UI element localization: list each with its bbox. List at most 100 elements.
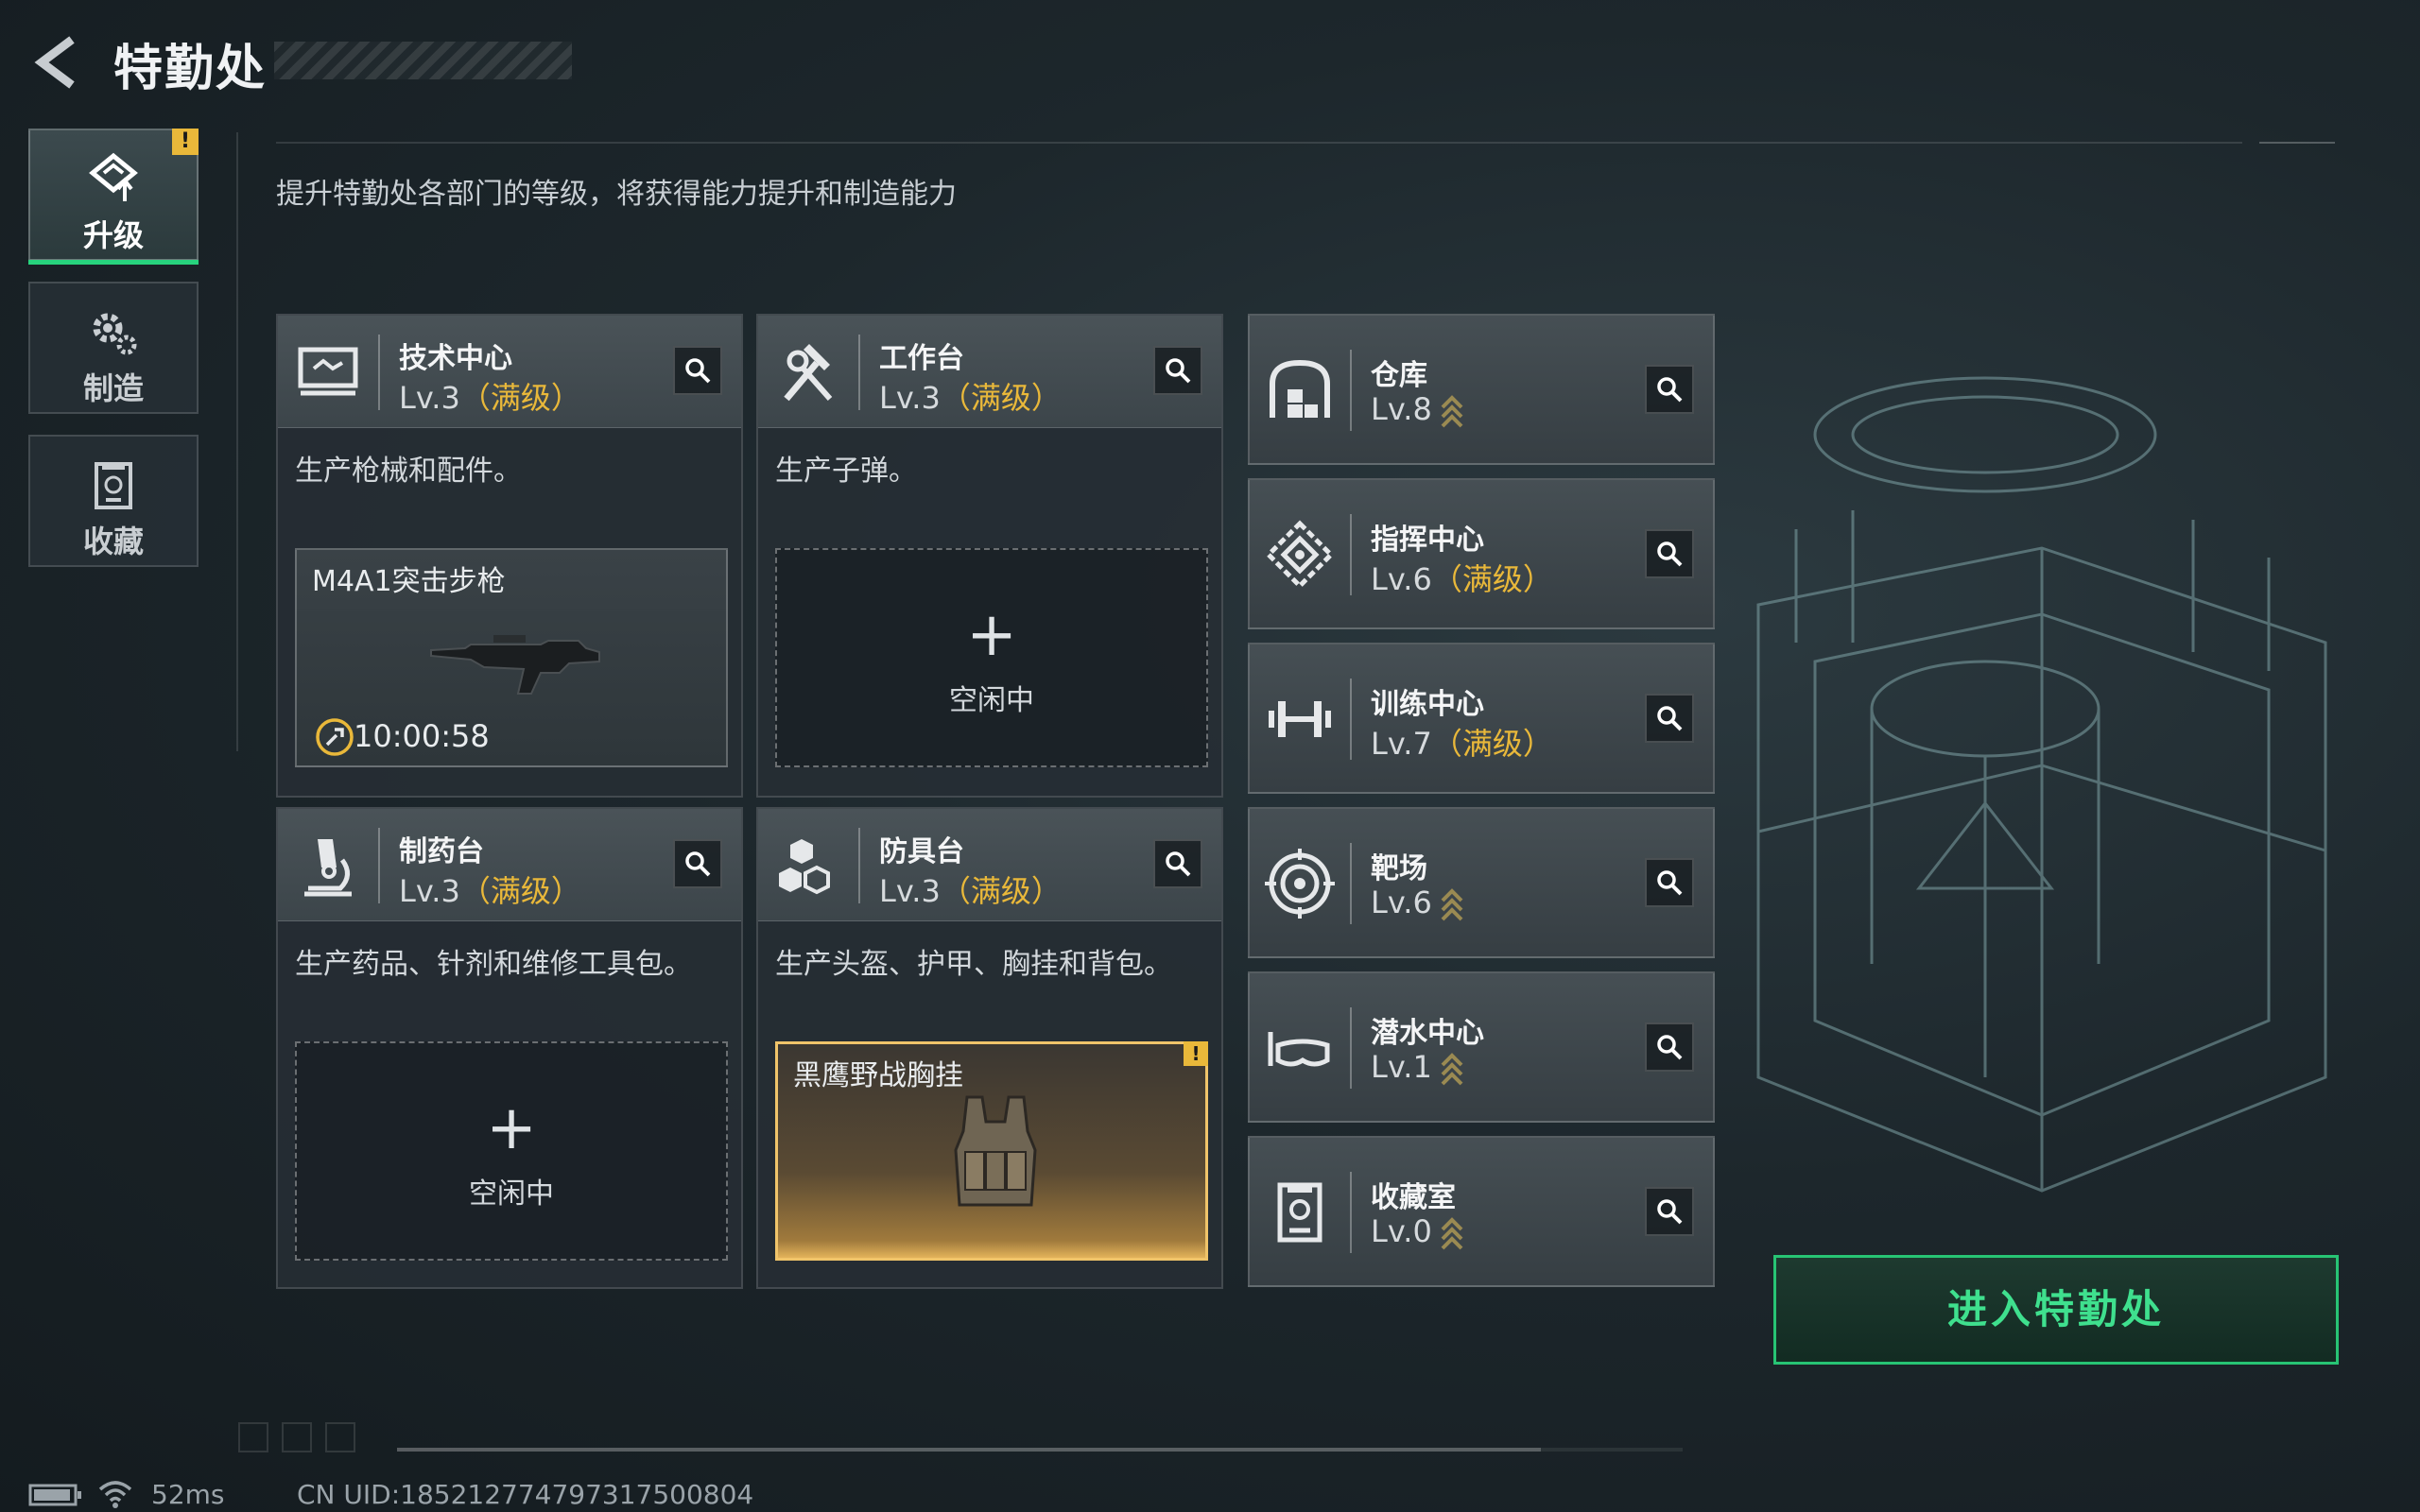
search-icon xyxy=(1657,706,1683,731)
divider xyxy=(276,142,2242,144)
inspect-button[interactable] xyxy=(1645,694,1694,743)
alert-badge: ! xyxy=(172,129,199,155)
command-icon xyxy=(1265,520,1335,590)
tab-label: 制造 xyxy=(82,370,144,406)
search-icon xyxy=(1657,1035,1683,1060)
facility-level: Lv.3（满级） xyxy=(879,380,1062,416)
facility-level: Lv.1 xyxy=(1371,1049,1464,1088)
facility-row-training-center[interactable]: 训练中心 Lv.7（满级） xyxy=(1248,643,1715,794)
production-slot[interactable]: M4A1突击步枪 10:00:58 xyxy=(295,548,728,767)
upgrade-arrows-icon xyxy=(1441,1217,1463,1250)
facility-name: 技术中心 xyxy=(399,342,512,375)
idle-label: 空闲中 xyxy=(469,1177,554,1211)
user-uid: CN UID:185212774797317500804 xyxy=(297,1479,754,1510)
ping-readout: 52ms xyxy=(151,1479,225,1510)
facility-description: 生产枪械和配件。 xyxy=(295,455,522,488)
tab-craft[interactable]: 制造 xyxy=(28,282,199,414)
upgrade-arrows-icon xyxy=(1441,395,1463,428)
facility-level: Lv.6 xyxy=(1371,885,1464,923)
facility-blueprint-art xyxy=(1756,376,2327,1193)
rifle-image xyxy=(430,635,600,695)
facility-row-diving-center[interactable]: 潜水中心 Lv.1 xyxy=(1248,971,1715,1123)
search-icon xyxy=(1166,358,1191,384)
production-slot-empty[interactable]: + 空闲中 xyxy=(295,1041,728,1261)
page-title: 特勤处 xyxy=(113,41,268,97)
inspect-button[interactable] xyxy=(673,346,722,395)
search-icon xyxy=(1657,377,1683,403)
facility-level: Lv.8 xyxy=(1371,391,1464,430)
inspect-button[interactable] xyxy=(673,839,722,888)
warehouse-icon xyxy=(1270,359,1330,418)
item-name: 黑鹰野战胸挂 xyxy=(793,1059,963,1092)
search-icon xyxy=(1166,851,1191,877)
facility-card-workbench[interactable]: 工作台 Lv.3（满级） 生产子弹。 + 空闲中 xyxy=(756,314,1223,798)
facility-name: 工作台 xyxy=(879,342,964,375)
inspect-button[interactable] xyxy=(1645,365,1694,414)
progress-fill xyxy=(397,1448,1541,1452)
chest-rig-image xyxy=(954,1095,1037,1207)
wifi-icon xyxy=(98,1481,132,1508)
facility-row-command-center[interactable]: 指挥中心 Lv.6（满级） xyxy=(1248,478,1715,629)
facility-row-collection-room[interactable]: 收藏室 Lv.0 xyxy=(1248,1136,1715,1287)
gear-icon xyxy=(93,313,137,355)
inspect-button[interactable] xyxy=(1645,529,1694,578)
cubes-icon xyxy=(779,839,830,895)
production-slot-complete[interactable]: 黑鹰野战胸挂 ! xyxy=(775,1041,1208,1261)
alert-badge: ! xyxy=(1184,1041,1208,1066)
facility-description: 生产子弹。 xyxy=(775,455,917,488)
facility-card-pharmacy[interactable]: 制药台 Lv.3（满级） 生产药品、针剂和维修工具包。 + 空闲中 xyxy=(276,807,743,1289)
facility-level: Lv.7（满级） xyxy=(1371,726,1553,762)
tab-upgrade[interactable]: 升级 ! xyxy=(28,129,199,265)
production-slot-empty[interactable]: + 空闲中 xyxy=(775,548,1208,767)
search-icon xyxy=(1657,1199,1683,1225)
facility-row-shooting-range[interactable]: 靶场 Lv.6 xyxy=(1248,807,1715,958)
facility-card-armor-bench[interactable]: 防具台 Lv.3（满级） 生产头盔、护甲、胸挂和背包。 黑鹰野战胸挂 ! xyxy=(756,807,1223,1289)
trophy-case-icon xyxy=(95,462,132,509)
upgrade-arrows-icon xyxy=(1441,888,1463,921)
facility-row-warehouse[interactable]: 仓库 Lv.8 xyxy=(1248,314,1715,465)
facility-name: 仓库 xyxy=(1371,359,1427,392)
inspect-button[interactable] xyxy=(1153,839,1202,888)
facility-name: 防具台 xyxy=(879,835,964,868)
facility-name: 收藏室 xyxy=(1371,1181,1456,1214)
upgrade-arrows-icon xyxy=(1441,1053,1463,1086)
search-icon xyxy=(685,851,711,877)
microscope-icon xyxy=(304,839,352,897)
title-decoration xyxy=(274,42,572,79)
facility-name: 训练中心 xyxy=(1371,688,1484,721)
enter-facility-button[interactable]: 进入特勤处 xyxy=(1773,1255,2339,1365)
diving-mask-icon xyxy=(1268,1032,1330,1067)
add-icon: + xyxy=(966,600,1017,670)
facility-card-tech-center[interactable]: 技术中心 Lv.3（满级） 生产枪械和配件。 M4A1突击步枪 10:00:58 xyxy=(276,314,743,798)
trophy-case-icon xyxy=(1277,1182,1322,1243)
inspect-button[interactable] xyxy=(1645,1022,1694,1072)
facility-name: 潜水中心 xyxy=(1371,1017,1484,1050)
page-description: 提升特勤处各部门的等级，将获得能力提升和制造能力 xyxy=(276,178,957,211)
inspect-button[interactable] xyxy=(1645,858,1694,907)
target-icon xyxy=(1265,849,1335,919)
back-button[interactable] xyxy=(28,34,85,91)
item-name: M4A1突击步枪 xyxy=(312,565,506,598)
dumbbell-icon xyxy=(1269,701,1331,737)
inspect-button[interactable] xyxy=(1645,1187,1694,1236)
battery-icon xyxy=(28,1484,81,1506)
divider xyxy=(236,132,238,751)
facility-level: Lv.3（满级） xyxy=(879,873,1062,909)
upgrade-icon xyxy=(89,152,138,201)
search-icon xyxy=(1657,870,1683,896)
facility-description: 生产药品、针剂和维修工具包。 xyxy=(295,948,692,981)
facility-level: Lv.3（满级） xyxy=(399,380,581,416)
hammer-wrench-icon xyxy=(784,344,833,402)
tab-collection[interactable]: 收藏 xyxy=(28,435,199,567)
facility-name: 制药台 xyxy=(399,835,484,868)
inspect-button[interactable] xyxy=(1153,346,1202,395)
facility-level: Lv.3（满级） xyxy=(399,873,581,909)
search-icon xyxy=(685,358,711,384)
add-icon: + xyxy=(486,1093,537,1163)
decor-square xyxy=(238,1422,268,1452)
facility-name: 指挥中心 xyxy=(1371,524,1484,557)
timer-icon xyxy=(316,718,354,756)
decor-square xyxy=(282,1422,312,1452)
craft-timer: 10:00:58 xyxy=(354,718,490,754)
divider xyxy=(2259,142,2335,144)
